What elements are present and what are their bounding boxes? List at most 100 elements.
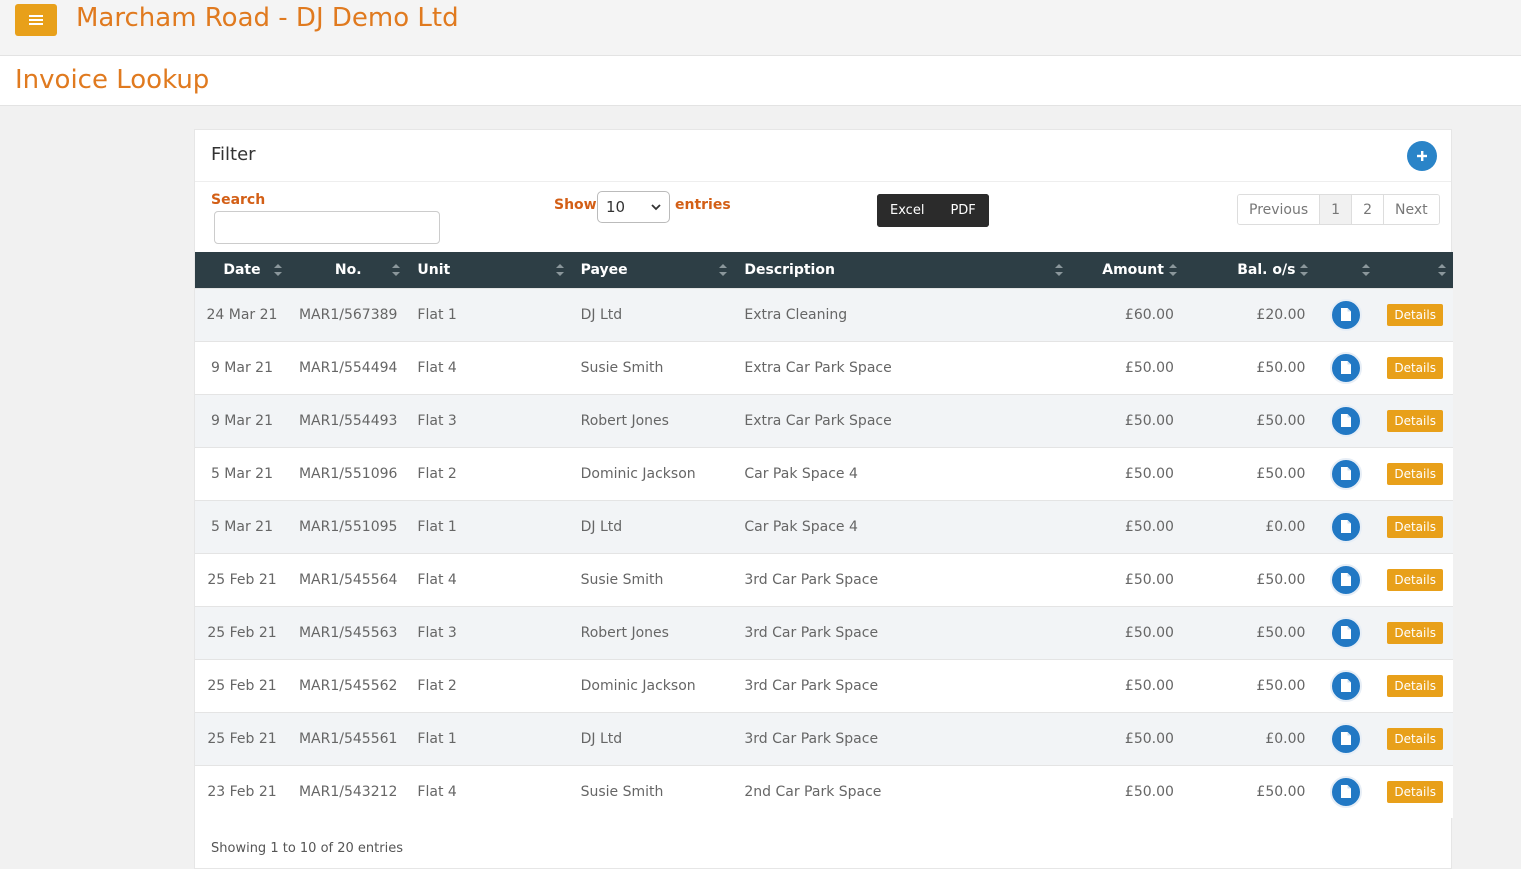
cell-payee: Robert Jones (570, 605, 735, 659)
cell-description: Extra Car Park Space (734, 393, 1071, 447)
view-document-button[interactable] (1330, 404, 1363, 437)
cell-actions: Details (1377, 287, 1453, 341)
cell-number: MAR1/545563 (288, 605, 408, 659)
cell-number: MAR1/567389 (288, 287, 408, 341)
cell-document (1315, 340, 1378, 394)
table-row: 9 Mar 21 MAR1/554493 Flat 3 Robert Jones… (195, 393, 1453, 447)
cell-amount: £50.00 (1070, 340, 1184, 394)
cell-number: MAR1/543212 (288, 764, 408, 818)
cell-unit: Flat 3 (407, 605, 571, 659)
header-payee[interactable]: Payee (570, 252, 735, 288)
plus-icon (1417, 151, 1427, 161)
pager-page-2[interactable]: 2 (1352, 195, 1385, 224)
cell-document (1315, 711, 1378, 765)
view-document-button[interactable] (1330, 563, 1363, 596)
table-header-row: Date No. Unit Payee Description Amount B… (195, 252, 1453, 288)
view-document-button[interactable] (1330, 351, 1363, 384)
header-unit[interactable]: Unit (407, 252, 571, 288)
sort-icon (273, 264, 282, 276)
sort-icon (719, 264, 728, 276)
search-input[interactable] (214, 211, 440, 244)
cell-unit: Flat 1 (407, 711, 571, 765)
table-row: 25 Feb 21 MAR1/545563 Flat 3 Robert Jone… (195, 605, 1453, 659)
cell-unit: Flat 1 (407, 287, 571, 341)
excel-button[interactable]: Excel (877, 194, 938, 227)
cell-actions: Details (1377, 340, 1453, 394)
hamburger-icon (29, 15, 43, 25)
cell-amount: £50.00 (1070, 764, 1184, 818)
cell-payee: Robert Jones (570, 393, 735, 447)
entries-label: entries (675, 197, 731, 213)
page-header: Invoice Lookup (0, 56, 1521, 106)
sort-icon (1362, 264, 1371, 276)
cell-description: 3rd Car Park Space (734, 658, 1071, 712)
add-filter-button[interactable] (1407, 141, 1437, 171)
view-document-button[interactable] (1330, 298, 1363, 331)
cell-date: 25 Feb 21 (195, 658, 289, 712)
cell-document (1315, 287, 1378, 341)
cell-balance: £50.00 (1183, 552, 1316, 606)
cell-number: MAR1/545564 (288, 552, 408, 606)
cell-document (1315, 764, 1378, 818)
view-document-button[interactable] (1330, 775, 1363, 808)
header-description[interactable]: Description (734, 252, 1071, 288)
document-icon (1341, 573, 1352, 586)
cell-balance: £0.00 (1183, 499, 1316, 553)
cell-unit: Flat 4 (407, 552, 571, 606)
view-document-button[interactable] (1330, 616, 1363, 649)
cell-description: Car Pak Space 4 (734, 446, 1071, 500)
cell-number: MAR1/551096 (288, 446, 408, 500)
cell-amount: £50.00 (1070, 605, 1184, 659)
view-document-button[interactable] (1330, 510, 1363, 543)
cell-amount: £50.00 (1070, 658, 1184, 712)
pdf-button[interactable]: PDF (937, 194, 989, 227)
view-document-button[interactable] (1330, 669, 1363, 702)
header-date[interactable]: Date (195, 252, 289, 288)
view-document-button[interactable] (1330, 722, 1363, 755)
pager-next[interactable]: Next (1384, 195, 1439, 224)
table-row: 5 Mar 21 MAR1/551095 Flat 1 DJ Ltd Car P… (195, 499, 1453, 553)
cell-balance: £50.00 (1183, 764, 1316, 818)
cell-date: 25 Feb 21 (195, 711, 289, 765)
details-button[interactable]: Details (1387, 674, 1443, 697)
cell-unit: Flat 3 (407, 393, 571, 447)
details-button[interactable]: Details (1387, 780, 1443, 803)
cell-actions: Details (1377, 764, 1453, 818)
cell-description: Extra Car Park Space (734, 340, 1071, 394)
header-actions[interactable] (1377, 252, 1453, 288)
header-no[interactable]: No. (288, 252, 408, 288)
pager-previous[interactable]: Previous (1238, 195, 1321, 224)
cell-balance: £50.00 (1183, 658, 1316, 712)
header-document[interactable] (1315, 252, 1378, 288)
details-button[interactable]: Details (1387, 303, 1443, 326)
document-icon (1341, 520, 1352, 533)
cell-date: 25 Feb 21 (195, 605, 289, 659)
cell-amount: £50.00 (1070, 393, 1184, 447)
details-button[interactable]: Details (1387, 515, 1443, 538)
cell-payee: DJ Ltd (570, 287, 735, 341)
details-button[interactable]: Details (1387, 568, 1443, 591)
cell-amount: £50.00 (1070, 446, 1184, 500)
entries-value: 10 (606, 198, 626, 216)
cell-number: MAR1/554494 (288, 340, 408, 394)
entries-select[interactable]: 10 (597, 191, 670, 223)
header-amount[interactable]: Amount (1070, 252, 1184, 288)
table-row: 25 Feb 21 MAR1/545561 Flat 1 DJ Ltd 3rd … (195, 711, 1453, 765)
cell-balance: £20.00 (1183, 287, 1316, 341)
pager-page-1[interactable]: 1 (1320, 195, 1353, 224)
view-document-button[interactable] (1330, 457, 1363, 490)
cell-actions: Details (1377, 499, 1453, 553)
details-button[interactable]: Details (1387, 462, 1443, 485)
menu-button[interactable] (15, 4, 57, 36)
cell-document (1315, 393, 1378, 447)
details-button[interactable]: Details (1387, 356, 1443, 379)
document-icon (1341, 679, 1352, 692)
document-icon (1341, 732, 1352, 745)
cell-description: 2nd Car Park Space (734, 764, 1071, 818)
table-row: 25 Feb 21 MAR1/545564 Flat 4 Susie Smith… (195, 552, 1453, 606)
header-balance[interactable]: Bal. o/s (1183, 252, 1316, 288)
details-button[interactable]: Details (1387, 621, 1443, 644)
details-button[interactable]: Details (1387, 409, 1443, 432)
cell-date: 9 Mar 21 (195, 340, 289, 394)
details-button[interactable]: Details (1387, 727, 1443, 750)
